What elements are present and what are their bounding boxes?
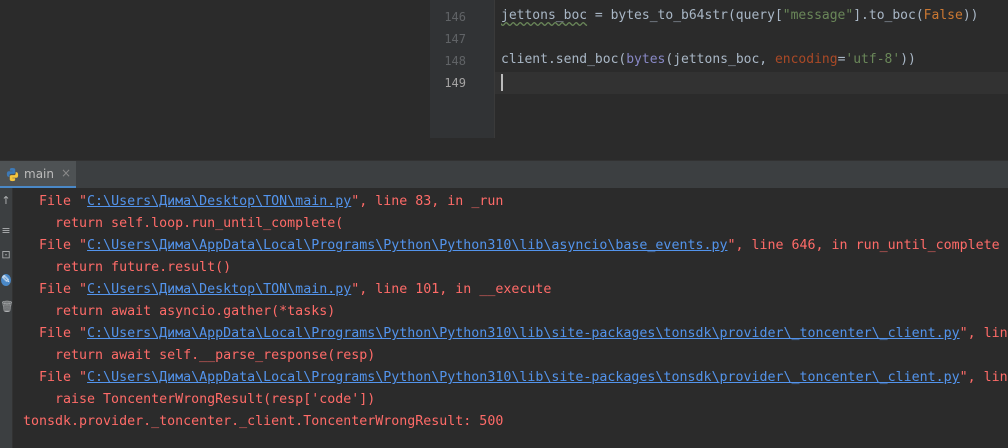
console-line: File "C:\Users\Дима\AppData\Local\Progra… [23,370,1008,385]
variable: jettons_boc [501,8,588,23]
console-line: tonsdk.provider._toncenter._client.Tonce… [23,414,504,429]
file-path-link[interactable]: C:\Users\Дима\AppData\Local\Programs\Pyt… [87,326,960,341]
python-icon [5,167,20,186]
run-tab-label: main [24,167,54,181]
console-line: File "C:\Users\Дима\AppData\Local\Progra… [23,238,1000,253]
file-path-link[interactable]: C:\Users\Дима\AppData\Local\Programs\Pyt… [87,238,727,253]
file-path-link[interactable]: C:\Users\Дима\Desktop\TON\main.py [87,194,351,209]
trash-icon[interactable]: 🗑 [0,300,14,313]
line-number-current: 149 [444,76,466,90]
code-editor[interactable]: 146 147 148 149 jettons_boc = bytes_to_b… [430,0,1008,160]
scroll-to-end-icon[interactable]: ⊡ [0,248,12,261]
code-line-148[interactable]: client.send_boc(bytes(jettons_boc, encod… [501,52,916,67]
run-console[interactable]: ↑ ≡ ⊡ ✎ 🗑 File "C:\Users\Дима\Desktop\TO… [0,188,1008,448]
run-tool-window-tabs: main × [0,160,1008,189]
console-line: raise ToncenterWrongResult(resp['code']) [23,392,376,407]
file-path-link[interactable]: C:\Users\Дима\Desktop\TON\main.py [87,282,351,297]
line-gutter: 146 147 148 149 [430,0,495,138]
empty-editor-pane [0,0,430,160]
line-number: 146 [444,10,466,24]
line-number: 147 [444,32,466,46]
print-icon[interactable]: ✎ [1,274,11,286]
close-icon[interactable]: × [61,166,71,180]
console-line: return await asyncio.gather(*tasks) [23,304,336,319]
scroll-up-icon[interactable]: ↑ [0,194,12,207]
soft-wrap-icon[interactable]: ≡ [0,224,12,237]
current-line-highlight [495,72,1008,94]
line-number: 148 [444,54,466,68]
run-tab-main[interactable]: main × [0,161,76,188]
console-line: File "C:\Users\Дима\Desktop\TON\main.py"… [23,282,552,297]
file-path-link[interactable]: C:\Users\Дима\AppData\Local\Programs\Pyt… [87,370,960,385]
console-line: return await self.__parse_response(resp) [23,348,376,363]
console-line: return future.result() [23,260,232,275]
console-line: return self.loop.run_until_complete( [23,216,344,231]
text-caret [501,74,503,91]
console-line: File "C:\Users\Дима\Desktop\TON\main.py"… [23,194,504,209]
code-line-146[interactable]: jettons_boc = bytes_to_b64str(query["mes… [501,8,978,23]
console-line: File "C:\Users\Дима\AppData\Local\Progra… [23,326,1008,341]
console-toolbar: ↑ ≡ ⊡ ✎ 🗑 [0,188,14,448]
